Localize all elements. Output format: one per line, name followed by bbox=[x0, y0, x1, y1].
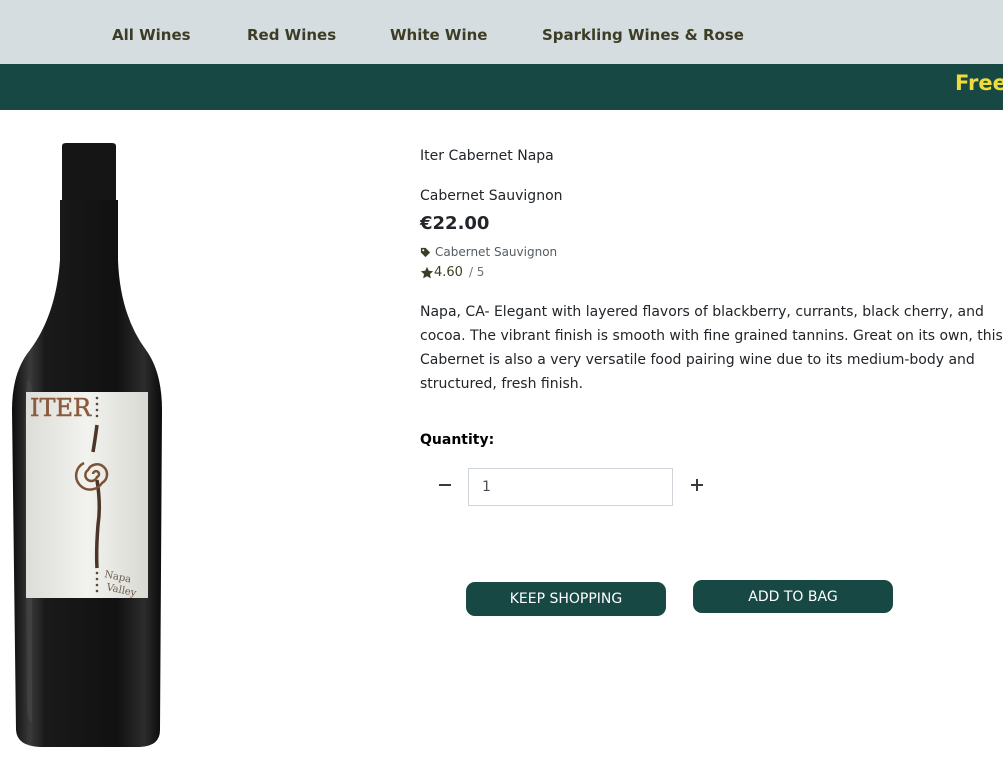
product-image: ITER Napa Valley bbox=[0, 110, 200, 765]
quantity-input[interactable] bbox=[468, 468, 673, 506]
minus-icon bbox=[439, 484, 451, 486]
add-to-bag-button[interactable]: ADD TO BAG bbox=[693, 580, 893, 613]
promo-banner-text: Free bbox=[955, 71, 1003, 95]
plus-icon bbox=[691, 479, 703, 491]
nav-sparkling-rose[interactable]: Sparkling Wines & Rose bbox=[542, 26, 744, 44]
top-navigation: All Wines Red Wines White Wine Sparkling… bbox=[0, 0, 1003, 64]
star-icon bbox=[420, 266, 434, 278]
tag-icon bbox=[420, 247, 431, 257]
label-brand: ITER bbox=[30, 394, 92, 422]
nav-white-wine[interactable]: White Wine bbox=[390, 26, 487, 44]
quantity-label: Quantity: bbox=[420, 432, 495, 448]
nav-all-wines[interactable]: All Wines bbox=[112, 26, 191, 44]
rating-value: 4.60 bbox=[434, 265, 463, 280]
product-name: Iter Cabernet Napa bbox=[420, 148, 554, 164]
quantity-increase-button[interactable] bbox=[682, 470, 712, 500]
promo-banner: Free bbox=[0, 64, 1003, 110]
nav-red-wines[interactable]: Red Wines bbox=[247, 26, 336, 44]
product-variety: Cabernet Sauvignon bbox=[420, 188, 563, 204]
product-rating: 4.60 / 5 bbox=[420, 265, 484, 280]
wine-bottle-image: ITER Napa Valley bbox=[12, 143, 162, 747]
rating-max: / 5 bbox=[468, 265, 485, 279]
quantity-decrease-button[interactable] bbox=[430, 470, 460, 500]
product-price: €22.00 bbox=[420, 213, 490, 234]
product-description: Napa, CA- Elegant with layered flavors o… bbox=[420, 304, 1003, 392]
product-category[interactable]: Cabernet Sauvignon bbox=[420, 245, 557, 259]
product-category-label: Cabernet Sauvignon bbox=[435, 245, 558, 259]
keep-shopping-button[interactable]: KEEP SHOPPING bbox=[466, 582, 666, 616]
